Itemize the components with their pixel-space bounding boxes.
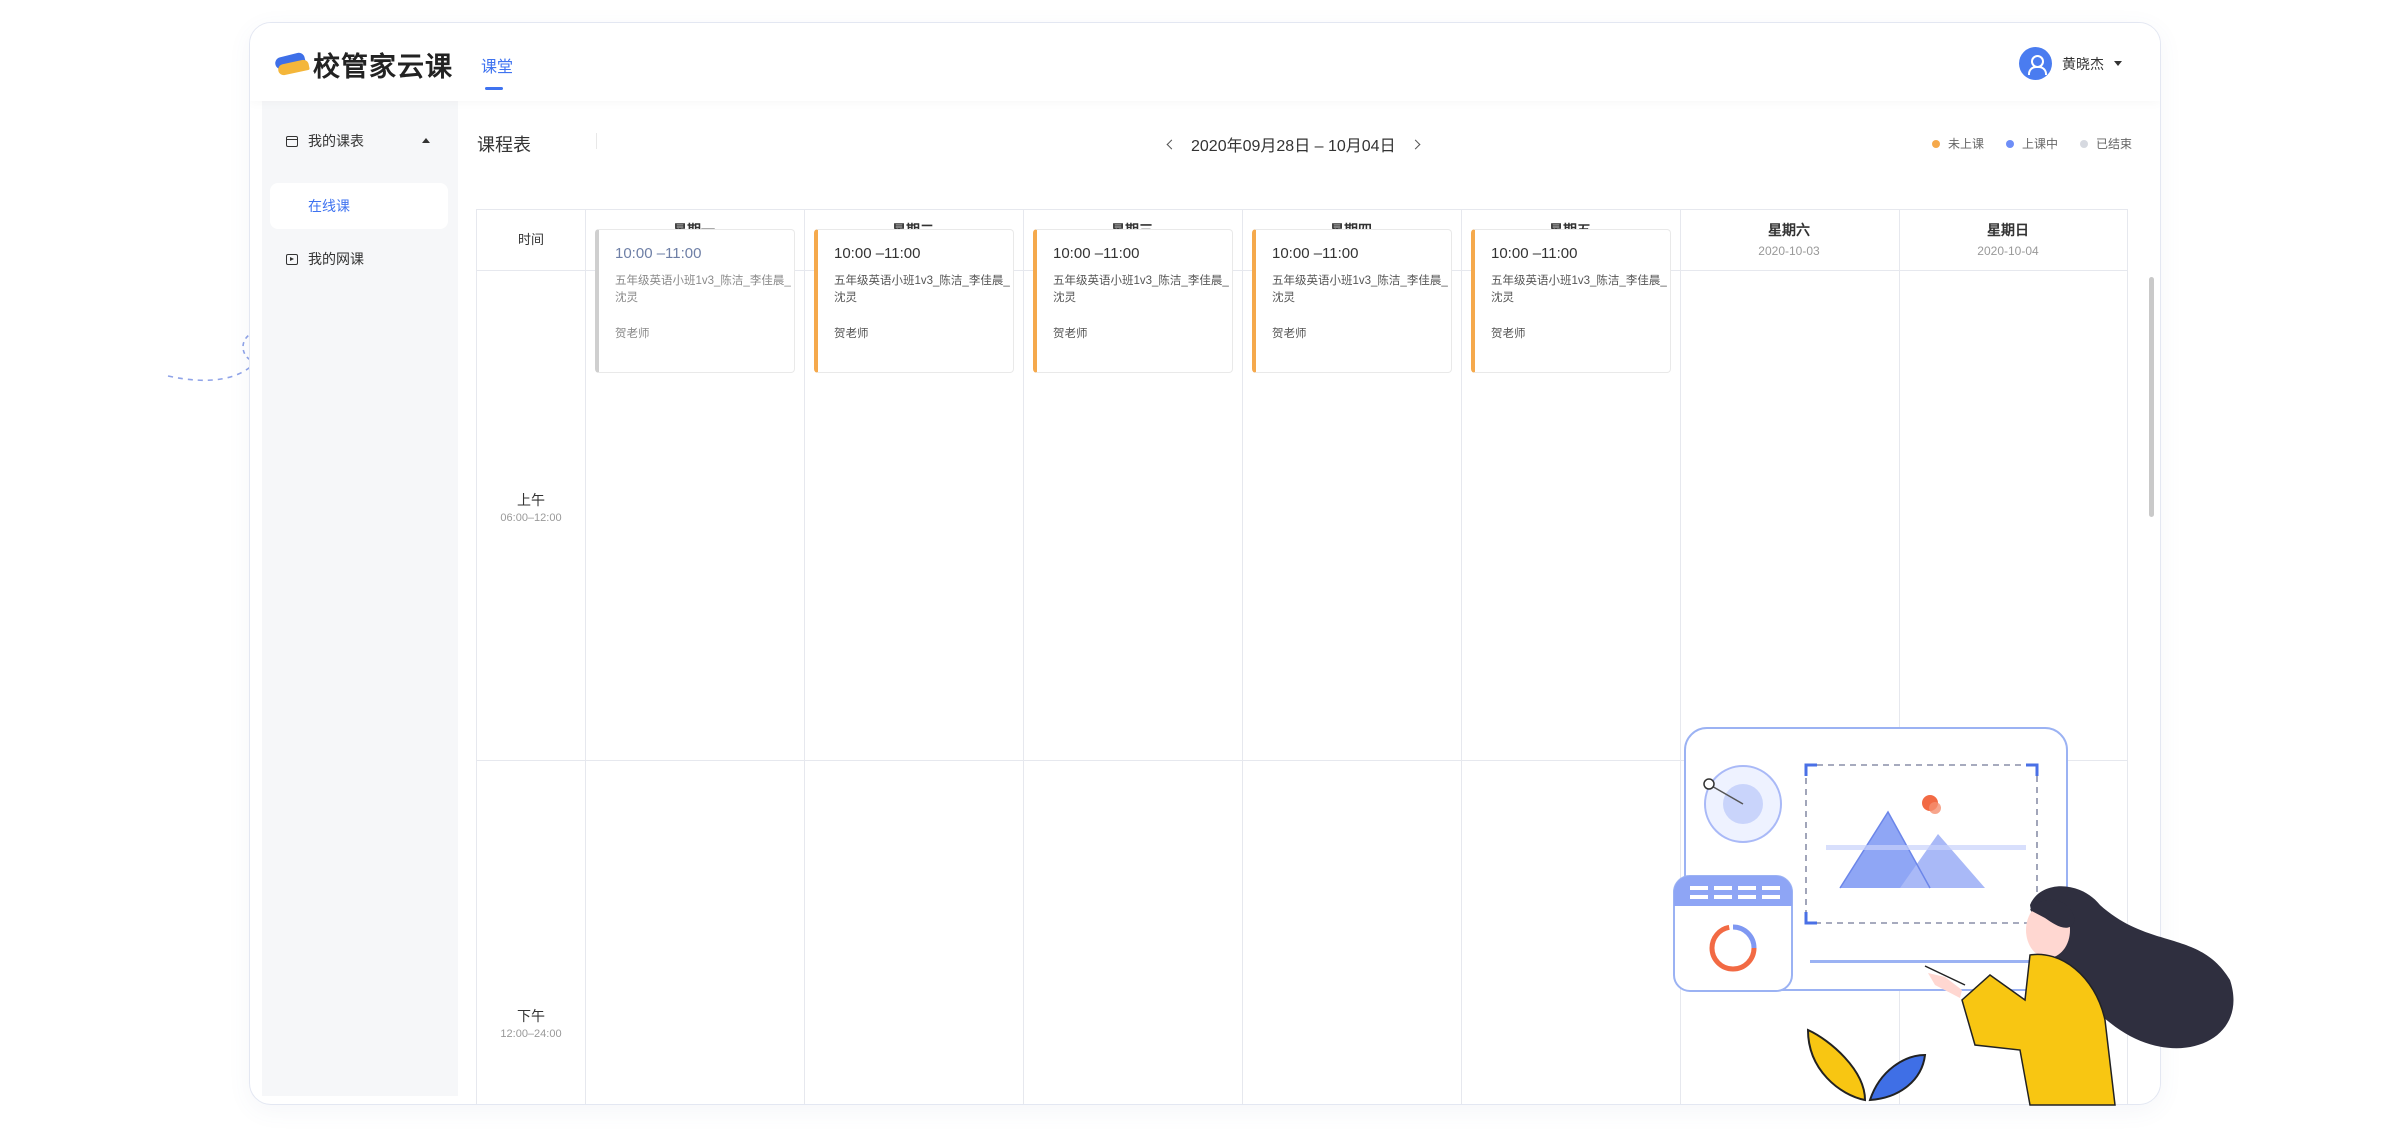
slot-morning: 上午 06:00–12:00 — [477, 490, 585, 526]
grid-line — [804, 210, 805, 1104]
lesson-title: 五年级英语小班1v3_陈洁_李佳晨_沈灵 — [1053, 275, 1229, 304]
legend-ended: 已结束 — [2079, 135, 2132, 152]
lesson-time: 10:00 –11:00 — [1053, 245, 1140, 262]
page-title: 课程表 — [477, 135, 531, 155]
legend-label: 上课中 — [2021, 137, 2058, 151]
lesson-time: 10:00 –11:00 — [834, 245, 921, 262]
sidebar-item-online-class[interactable]: 在线课 — [270, 183, 448, 229]
lesson-teacher: 贺老师 — [834, 328, 869, 340]
sidebar: 我的课表 在线课 我的网课 — [262, 101, 458, 1096]
slot-range: 06:00–12:00 — [500, 512, 562, 524]
grid-line — [1461, 210, 1462, 1104]
week-range: 2020年09月28日 – 10月04日 — [1191, 138, 1396, 155]
day-date: 2020-10-03 — [1758, 244, 1820, 258]
grid-line — [1680, 210, 1681, 1104]
user-avatar-icon — [2019, 47, 2052, 80]
lesson-title: 五年级英语小班1v3_陈洁_李佳晨_沈灵 — [615, 275, 791, 304]
vertical-scrollbar[interactable] — [2149, 277, 2154, 517]
time-column-header: 时间 — [517, 232, 544, 247]
lesson-title: 五年级英语小班1v3_陈洁_李佳晨_沈灵 — [834, 275, 1010, 304]
lesson-teacher: 贺老师 — [1053, 328, 1088, 340]
lesson-time: 10:00 –11:00 — [615, 245, 702, 262]
day-name: 星期六 — [1768, 222, 1810, 238]
nav-tab-classroom[interactable]: 课堂 — [481, 53, 513, 77]
lesson-time: 10:00 –11:00 — [1272, 245, 1359, 262]
grid-line — [1899, 210, 1900, 1104]
caret-down-icon — [2114, 61, 2122, 66]
title-divider — [596, 133, 597, 149]
sidebar-item-label: 我的网课 — [308, 251, 364, 267]
calendar-icon — [286, 135, 298, 147]
slot-name: 上午 — [517, 492, 545, 508]
slot-name: 下午 — [517, 1008, 545, 1024]
lesson-card[interactable]: 10:00 –11:00 五年级英语小班1v3_陈洁_李佳晨_沈灵 贺老师 — [814, 229, 1014, 373]
app-window: 校管家云课 课堂 黄晓杰 我的课表 在线课 我的网课 课程表 2020年09月2… — [249, 22, 2161, 1105]
legend-dot — [2079, 139, 2088, 148]
legend-dot — [2005, 139, 2014, 148]
grid-line — [477, 760, 2127, 761]
legend-in-progress: 上课中 — [2005, 135, 2058, 152]
chevron-right-icon[interactable] — [1410, 139, 1421, 149]
lesson-card[interactable]: 10:00 –11:00 五年级英语小班1v3_陈洁_李佳晨_沈灵 贺老师 — [595, 229, 795, 373]
legend-label: 已结束 — [2095, 137, 2132, 151]
lesson-title: 五年级英语小班1v3_陈洁_李佳晨_沈灵 — [1272, 275, 1448, 304]
lesson-title: 五年级英语小班1v3_陈洁_李佳晨_沈灵 — [1491, 275, 1667, 304]
brand-name: 校管家云课 — [313, 51, 453, 82]
legend-upcoming: 未上课 — [1931, 135, 1984, 152]
slot-range: 12:00–24:00 — [500, 1028, 562, 1040]
lesson-teacher: 贺老师 — [1272, 328, 1307, 340]
day-header-sat: 星期六 2020-10-03 — [1680, 220, 1898, 260]
schedule-grid: 时间 星期一 2020-09-28 星期二 2020-09-29 星期三 202… — [476, 209, 2128, 1104]
lesson-teacher: 贺老师 — [615, 328, 650, 340]
sidebar-item-my-online-courses[interactable]: 我的网课 — [262, 241, 458, 277]
grid-line — [1023, 210, 1024, 1104]
status-legend: 未上课 上课中 已结束 — [1910, 135, 2132, 152]
caret-up-icon — [422, 138, 430, 143]
sidebar-group-label: 我的课表 — [308, 133, 364, 149]
chevron-left-icon[interactable] — [1166, 139, 1177, 149]
app-screen: 校管家云课 课堂 黄晓杰 我的课表 在线课 我的网课 课程表 2020年09月2… — [0, 0, 2400, 1138]
nav-tab-active-indicator — [485, 87, 503, 90]
legend-dot — [1931, 139, 1940, 148]
user-name: 黄晓杰 — [2062, 55, 2104, 72]
lesson-time: 10:00 –11:00 — [1491, 245, 1578, 262]
slot-afternoon: 下午 12:00–24:00 — [477, 1006, 585, 1042]
week-navigator: 2020年09月28日 – 10月04日 — [1166, 132, 1421, 156]
brand-logo[interactable]: 校管家云课 — [273, 49, 453, 82]
lesson-card[interactable]: 10:00 –11:00 五年级英语小班1v3_陈洁_李佳晨_沈灵 贺老师 — [1033, 229, 1233, 373]
top-nav: 校管家云课 课堂 黄晓杰 — [250, 23, 2160, 101]
legend-label: 未上课 — [1947, 137, 1984, 151]
user-menu[interactable]: 黄晓杰 — [2019, 47, 2122, 80]
lesson-teacher: 贺老师 — [1491, 328, 1526, 340]
schedule-panel: 课程表 2020年09月28日 – 10月04日 未上课 上课中 已结束 时间 … — [458, 101, 2160, 1104]
day-name: 星期日 — [1987, 222, 2029, 238]
video-icon — [286, 253, 298, 265]
lesson-card[interactable]: 10:00 –11:00 五年级英语小班1v3_陈洁_李佳晨_沈灵 贺老师 — [1471, 229, 1671, 373]
day-date: 2020-10-04 — [1977, 244, 2039, 258]
lesson-card[interactable]: 10:00 –11:00 五年级英语小班1v3_陈洁_李佳晨_沈灵 贺老师 — [1252, 229, 1452, 373]
logo-mark-icon — [273, 51, 310, 77]
sidebar-group-my-schedule[interactable]: 我的课表 — [262, 123, 458, 159]
day-header-sun: 星期日 2020-10-04 — [1899, 220, 2117, 260]
grid-line — [585, 210, 586, 1104]
grid-line — [1242, 210, 1243, 1104]
